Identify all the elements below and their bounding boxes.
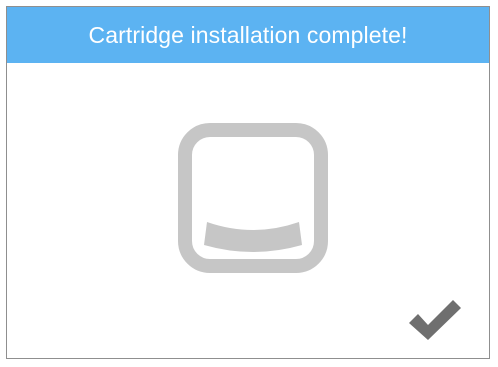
dialog-title: Cartridge installation complete!: [7, 7, 489, 63]
confirm-check-button[interactable]: [406, 294, 462, 342]
cartridge-curved-band: [204, 222, 302, 252]
installation-complete-screen: Cartridge installation complete!: [6, 6, 490, 359]
checkmark-icon: [409, 300, 461, 340]
cartridge-icon: [178, 123, 328, 273]
